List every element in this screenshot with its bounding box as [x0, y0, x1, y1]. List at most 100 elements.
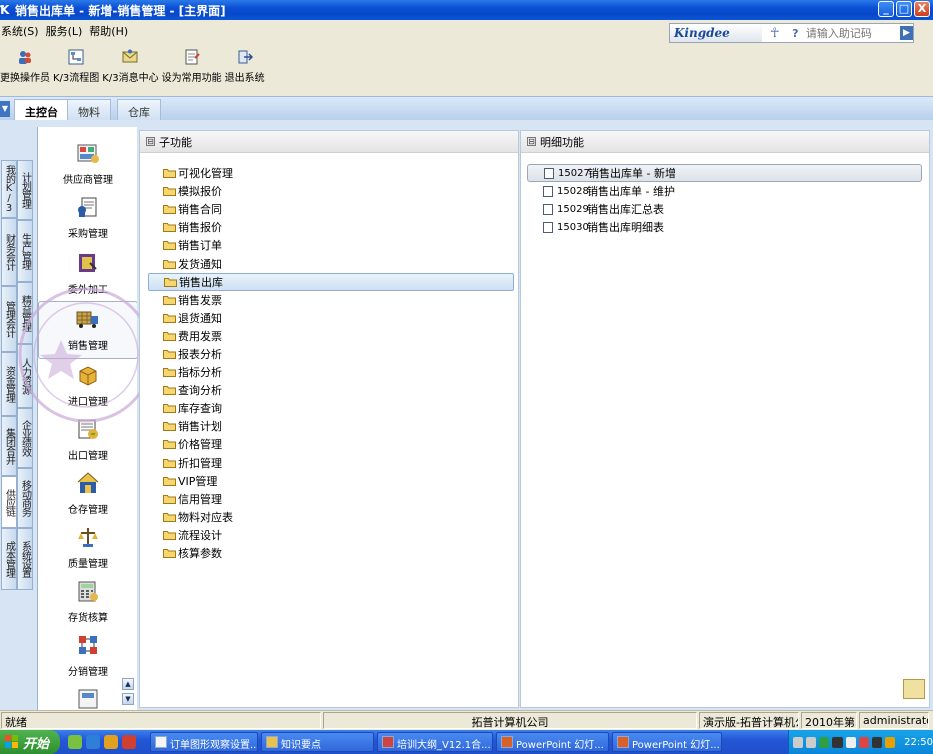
subfunction-item[interactable]: 可视化管理 [148, 164, 514, 182]
module-scroll-up[interactable]: ▲ [122, 678, 134, 690]
module-distribution[interactable]: 分销管理 [38, 633, 137, 678]
module-purchase[interactable]: 采购管理 [38, 195, 137, 240]
tab-warehouse[interactable]: 仓库 [117, 99, 161, 121]
task-order-graph[interactable]: 订单图形观察设置... [150, 732, 258, 752]
people-icon[interactable]: ☥ [762, 26, 786, 41]
vtab-mobile[interactable]: 移动商务 [17, 468, 33, 528]
vtab-my-k3[interactable]: 我的K/3 [1, 160, 17, 218]
subfunction-item[interactable]: VIP管理 [148, 472, 514, 490]
status-edition: 演示版-拓普计算机公司 [699, 712, 799, 729]
collapse-icon[interactable]: ⊟ [146, 137, 155, 146]
module-warehouse[interactable]: 仓存管理 [38, 471, 137, 516]
subfunction-item[interactable]: 流程设计 [148, 526, 514, 544]
subfunction-item[interactable]: 信用管理 [148, 490, 514, 508]
ie-icon[interactable] [86, 735, 100, 749]
subfunction-item[interactable]: 库存查询 [148, 399, 514, 417]
mail-icon[interactable] [903, 679, 925, 699]
sales-truck-icon [76, 311, 98, 328]
tray-icon[interactable] [793, 736, 804, 748]
tray-icon[interactable] [845, 736, 856, 748]
task-knowledge[interactable]: 知识要点 [261, 732, 374, 752]
module-sales[interactable]: 销售管理 [38, 301, 137, 359]
collapse-icon[interactable]: ⊟ [527, 137, 536, 146]
tray-icon[interactable] [871, 736, 882, 748]
detail-item[interactable]: 15029 销售出库汇总表 [527, 200, 922, 218]
subfunction-item[interactable]: 折扣管理 [148, 454, 514, 472]
module-label: 采购管理 [68, 229, 108, 240]
change-operator-button[interactable]: 更换操作员 [0, 44, 53, 90]
module-import[interactable]: 进口管理 [38, 363, 137, 408]
folder-icon[interactable] [104, 735, 118, 749]
tray-icon[interactable] [884, 736, 896, 748]
tray-icon[interactable] [858, 736, 869, 748]
vtab-management-accounting[interactable]: 管理会计 [1, 286, 17, 352]
subfunction-item[interactable]: 费用发票 [148, 327, 514, 345]
subfunction-item[interactable]: 报表分析 [148, 345, 514, 363]
start-button[interactable]: 开始 [0, 730, 60, 754]
subfunction-item[interactable]: 发货通知 [148, 254, 514, 272]
task-training-outline[interactable]: 培训大纲_V12.1合... [377, 732, 493, 752]
vtab-group-consolidation[interactable]: 集团合并 [1, 416, 17, 476]
module-outsourcing[interactable]: 委外加工 [38, 251, 137, 296]
menu-service[interactable]: 服务(L) [45, 23, 89, 39]
vtab-finance[interactable]: 财务会计 [1, 218, 17, 286]
subfunction-item[interactable]: 指标分析 [148, 363, 514, 381]
module-export[interactable]: 出口管理 [38, 417, 137, 462]
menu-system[interactable]: 系统(S) [0, 23, 45, 39]
tray-icon[interactable] [819, 736, 830, 748]
subfunction-item[interactable]: 销售订单 [148, 236, 514, 254]
vtab-fund[interactable]: 资金管理 [1, 352, 17, 416]
subfunction-item[interactable]: 销售计划 [148, 417, 514, 435]
minimize-button[interactable]: _ [878, 1, 894, 17]
document-icon [544, 167, 554, 179]
subfunction-item[interactable]: 模拟报价 [148, 182, 514, 200]
media-icon[interactable] [122, 735, 136, 749]
vtab-supply-chain[interactable]: 供应链 [1, 476, 17, 528]
tray-icon[interactable] [832, 736, 843, 748]
detail-item[interactable]: 15030 销售出库明细表 [527, 218, 922, 236]
module-quality[interactable]: 质量管理 [38, 525, 137, 570]
message-center-button[interactable]: K/3消息中心 [102, 44, 161, 90]
tab-dropdown-arrow[interactable]: ▼ [0, 101, 10, 117]
restore-button[interactable]: □ [896, 1, 912, 17]
subfunction-item[interactable]: 退货通知 [148, 309, 514, 327]
vtab-cost[interactable]: 成本管理 [1, 528, 17, 590]
close-button[interactable]: X [914, 1, 930, 17]
module-scroll-down[interactable]: ▼ [122, 693, 134, 705]
module-supplier[interactable]: 供应商管理 [38, 141, 137, 186]
subfunction-label: VIP管理 [178, 474, 218, 488]
subfunction-item[interactable]: 销售合同 [148, 200, 514, 218]
quicklaunch-icon[interactable] [68, 735, 82, 749]
task-powerpoint-2[interactable]: PowerPoint 幻灯... [612, 732, 722, 752]
detail-item[interactable]: 15028 销售出库单 - 维护 [527, 182, 922, 200]
subfunction-item[interactable]: 价格管理 [148, 435, 514, 453]
folder-icon [163, 187, 176, 197]
tray-icon[interactable] [806, 736, 817, 748]
flowchart-button[interactable]: K/3流程图 [53, 44, 102, 90]
vtab-production[interactable]: 生产管理 [17, 220, 33, 282]
module-inventory-accounting[interactable]: 存货核算 [38, 579, 137, 624]
go-button[interactable]: ▶ [899, 26, 913, 40]
tab-console[interactable]: 主控台 [14, 99, 69, 121]
help-icon[interactable]: ? [787, 27, 804, 40]
vtab-planning[interactable]: 计划管理 [17, 160, 33, 220]
exit-icon [238, 50, 253, 64]
helpcode-input[interactable] [803, 25, 896, 41]
set-favorite-button[interactable]: 设为常用功能 [162, 44, 225, 90]
task-powerpoint-1[interactable]: PowerPoint 幻灯... [496, 732, 609, 752]
vtab-system-settings[interactable]: 系统设置 [17, 528, 33, 590]
subfunction-label: 查询分析 [178, 384, 222, 398]
menu-help[interactable]: 帮助(H) [88, 23, 134, 39]
vtab-lean[interactable]: 精益管理 [17, 282, 33, 344]
tab-material[interactable]: 物料 [67, 99, 111, 121]
subfunction-item[interactable]: 查询分析 [148, 381, 514, 399]
vtab-performance[interactable]: 企业绩效 [17, 408, 33, 468]
subfunction-item[interactable]: 销售出库 [148, 272, 514, 291]
subfunction-item[interactable]: 物料对应表 [148, 508, 514, 526]
subfunction-item[interactable]: 销售发票 [148, 291, 514, 309]
vtab-hr[interactable]: 人力资源 [17, 344, 33, 408]
subfunction-item[interactable]: 销售报价 [148, 218, 514, 236]
detail-item[interactable]: 15027 销售出库单 - 新增 [527, 164, 922, 183]
subfunction-item[interactable]: 核算参数 [148, 544, 514, 562]
exit-system-button[interactable]: 退出系统 [225, 44, 268, 90]
